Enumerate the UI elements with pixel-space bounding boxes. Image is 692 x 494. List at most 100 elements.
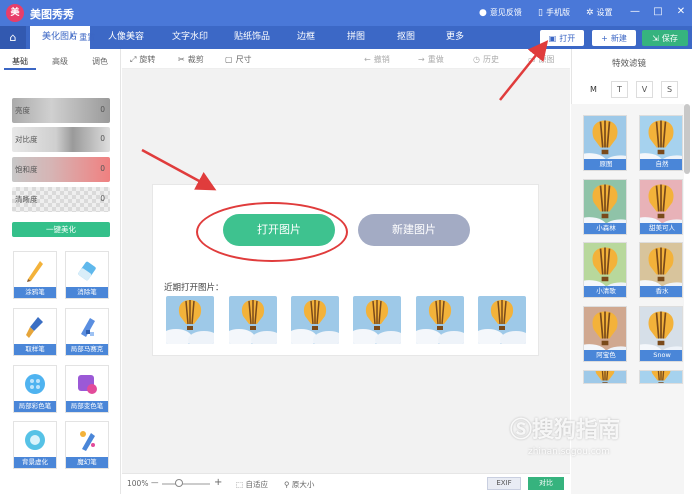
filter-item[interactable]: 原图 xyxy=(583,115,627,171)
background-blur-tool[interactable]: 背景虚化 xyxy=(13,421,57,469)
slider-value: 0 xyxy=(100,194,105,203)
mosaic-pen-icon xyxy=(81,318,95,337)
open-button[interactable]: ▣ 打开 xyxy=(540,30,584,46)
recent-images-label: 近期打开图片： xyxy=(164,283,224,293)
save-button[interactable]: ⇲ 保存 xyxy=(642,30,688,46)
local-color-pen-tool[interactable]: 局部彩色笔 xyxy=(13,365,57,413)
subtab-basic[interactable]: 基础 xyxy=(4,53,36,70)
close-button[interactable]: ✕ xyxy=(674,5,688,19)
compare-button[interactable]: 对比 xyxy=(528,477,564,490)
plus-icon: + xyxy=(601,33,608,43)
rotate-icon: ⤢ xyxy=(130,54,137,64)
filter-item[interactable]: 阿宝色 xyxy=(583,306,627,362)
filter-label: 甜美可人 xyxy=(640,223,682,234)
filter-tab-v[interactable]: V xyxy=(636,81,653,98)
filter-scrollbar[interactable] xyxy=(684,104,690,174)
app-title: 美图秀秀 xyxy=(30,8,74,21)
filter-label: 小森林 xyxy=(584,223,626,234)
app-logo: 美 xyxy=(6,4,24,22)
filter-item[interactable]: 小清歌 xyxy=(583,242,627,298)
eraser-pen-tool[interactable]: 消除笔 xyxy=(65,251,109,299)
tool-label: 魔幻笔 xyxy=(66,457,108,468)
subtab-color[interactable]: 调色 xyxy=(84,53,116,70)
settings-link[interactable]: ✲ 设置 xyxy=(586,7,613,18)
recent-image-thumb[interactable] xyxy=(353,296,401,344)
redo-button[interactable]: → 重做 xyxy=(418,54,444,65)
gear-icon: ✲ xyxy=(586,7,594,18)
magic-pen-tool[interactable]: 魔幻笔 xyxy=(65,421,109,469)
recent-image-thumb[interactable] xyxy=(166,296,214,344)
tab-stickers[interactable]: 贴纸饰品 xyxy=(222,26,282,49)
tab-frame[interactable]: 边框 xyxy=(285,26,327,49)
mobile-link[interactable]: ▯ 手机版 xyxy=(538,7,570,18)
original-size-button[interactable]: ⚲ 原大小 xyxy=(284,479,314,490)
minimize-button[interactable]: — xyxy=(628,5,642,19)
filter-tab-t[interactable]: T xyxy=(611,81,628,98)
color-dots-icon xyxy=(25,374,45,394)
zoom-slider-handle[interactable] xyxy=(175,479,183,487)
zoom-out-button[interactable]: — xyxy=(151,478,159,487)
sample-pen-tool[interactable]: 取样笔 xyxy=(13,308,57,356)
filter-item[interactable] xyxy=(639,370,683,384)
tab-collage[interactable]: 拼图 xyxy=(335,26,377,49)
tab-portrait[interactable]: 人像美容 xyxy=(96,26,156,49)
contrast-slider[interactable]: 对比度 0 xyxy=(12,127,110,152)
feedback-link[interactable]: ● 意见反馈 xyxy=(479,7,522,18)
annotation-ellipse xyxy=(196,202,348,262)
refresh-icon: ↻ xyxy=(70,33,77,42)
new-image-button[interactable]: 新建图片 xyxy=(358,214,470,246)
filter-item[interactable]: 小森林 xyxy=(583,179,627,235)
recent-image-thumb[interactable] xyxy=(291,296,339,344)
fit-icon: ⬚ xyxy=(236,480,244,489)
original-button[interactable]: ▭ 原图 xyxy=(528,54,555,65)
tool-label: 局部彩色笔 xyxy=(14,401,56,412)
doodle-pen-tool[interactable]: 涂鸦笔 xyxy=(13,251,57,299)
fit-button[interactable]: ⬚ 自适应 xyxy=(236,479,268,490)
brightness-slider[interactable]: 亮度 0 xyxy=(12,98,110,123)
filter-item[interactable]: 香水 xyxy=(639,242,683,298)
new-button[interactable]: + 新建 xyxy=(592,30,636,46)
filter-tab-m[interactable]: M xyxy=(585,81,602,98)
filter-tab-s[interactable]: S xyxy=(661,81,678,98)
rotate-button[interactable]: ⤢ 旋转 xyxy=(130,54,155,65)
slider-value: 0 xyxy=(100,105,105,114)
zoom-in-button[interactable]: + xyxy=(214,477,222,488)
tab-cutout[interactable]: 抠图 xyxy=(385,26,427,49)
recent-image-thumb[interactable] xyxy=(229,296,277,344)
home-icon[interactable]: ⌂ xyxy=(0,26,26,49)
chat-icon: ● xyxy=(479,7,487,18)
export-icon: ⇲ xyxy=(652,33,659,43)
slider-label: 清晰度 xyxy=(15,195,38,204)
exif-button[interactable]: EXIF xyxy=(487,477,521,490)
subtab-advanced[interactable]: 高级 xyxy=(44,53,76,70)
history-button[interactable]: ◷ 历史 xyxy=(473,54,499,65)
maximize-button[interactable]: □ xyxy=(651,5,665,19)
local-recolor-pen-tool[interactable]: 局部变色笔 xyxy=(65,365,109,413)
recent-image-thumb[interactable] xyxy=(416,296,464,344)
recolor-icon xyxy=(78,375,97,394)
undo-button[interactable]: ← 撤销 xyxy=(364,54,390,65)
filter-item[interactable]: 甜美可人 xyxy=(639,179,683,235)
filter-item[interactable]: 自然 xyxy=(639,115,683,171)
reset-link[interactable]: ↻ 重置 xyxy=(70,32,95,43)
tab-text-watermark[interactable]: 文字水印 xyxy=(160,26,220,49)
sharpness-slider[interactable]: 清晰度 0 xyxy=(12,187,110,212)
resize-icon: ▢ xyxy=(225,55,233,64)
sogou-logo-icon: Ⓢ xyxy=(510,418,533,443)
one-key-beautify-button[interactable]: 一键美化 xyxy=(12,222,110,237)
filter-item[interactable]: Snow xyxy=(639,306,683,362)
recent-image-thumb[interactable] xyxy=(478,296,526,344)
tool-label: 涂鸦笔 xyxy=(14,287,56,298)
zoom-slider[interactable] xyxy=(162,483,210,485)
filter-item[interactable] xyxy=(583,370,627,384)
resize-button[interactable]: ▢ 尺寸 xyxy=(225,54,252,65)
undo-icon: ← xyxy=(364,55,371,64)
tool-label: 局部马赛克 xyxy=(66,344,108,355)
tool-label: 取样笔 xyxy=(14,344,56,355)
crop-button[interactable]: ✂ 裁剪 xyxy=(178,54,204,65)
saturation-slider[interactable]: 饱和度 0 xyxy=(12,157,110,182)
tab-more[interactable]: 更多 xyxy=(435,26,475,49)
slider-label: 对比度 xyxy=(15,135,38,144)
local-mosaic-tool[interactable]: 局部马赛克 xyxy=(65,308,109,356)
slider-value: 0 xyxy=(100,164,105,173)
